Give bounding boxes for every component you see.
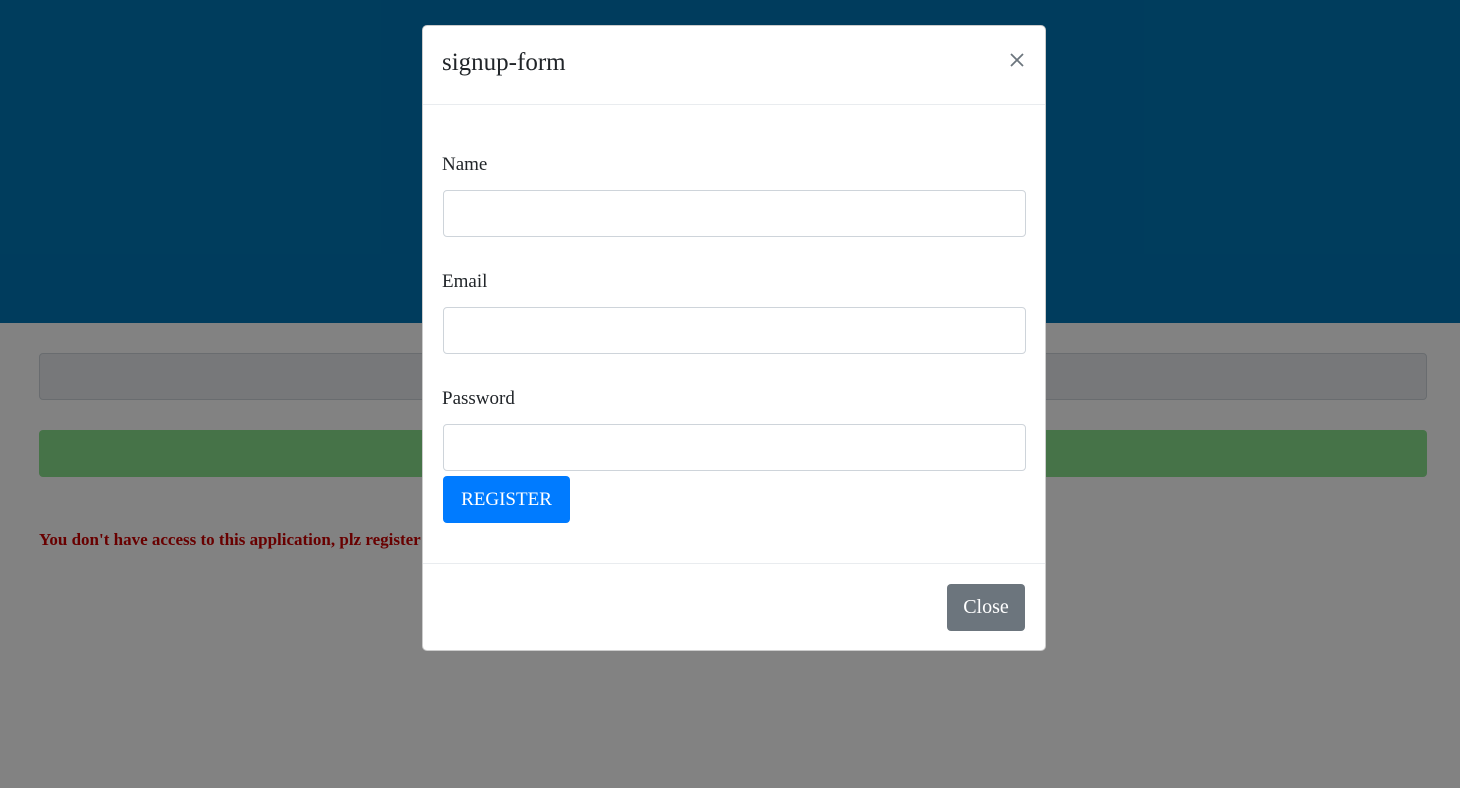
- password-label: Password: [442, 388, 515, 409]
- register-button[interactable]: REGISTER: [443, 476, 570, 523]
- email-field[interactable]: [443, 307, 1026, 354]
- signup-modal: signup-form Name Email Password REGISTER…: [422, 25, 1046, 651]
- modal-footer: Close: [423, 563, 1045, 651]
- close-button[interactable]: Close: [947, 584, 1025, 631]
- name-field[interactable]: [443, 190, 1026, 237]
- close-icon[interactable]: [1007, 50, 1027, 70]
- modal-title: signup-form: [442, 49, 566, 76]
- modal-header: signup-form: [423, 26, 1045, 105]
- name-label: Name: [442, 154, 488, 175]
- email-label: Email: [442, 271, 488, 292]
- page: You don't have access to this applicatio…: [0, 0, 1460, 788]
- password-field[interactable]: [443, 424, 1026, 471]
